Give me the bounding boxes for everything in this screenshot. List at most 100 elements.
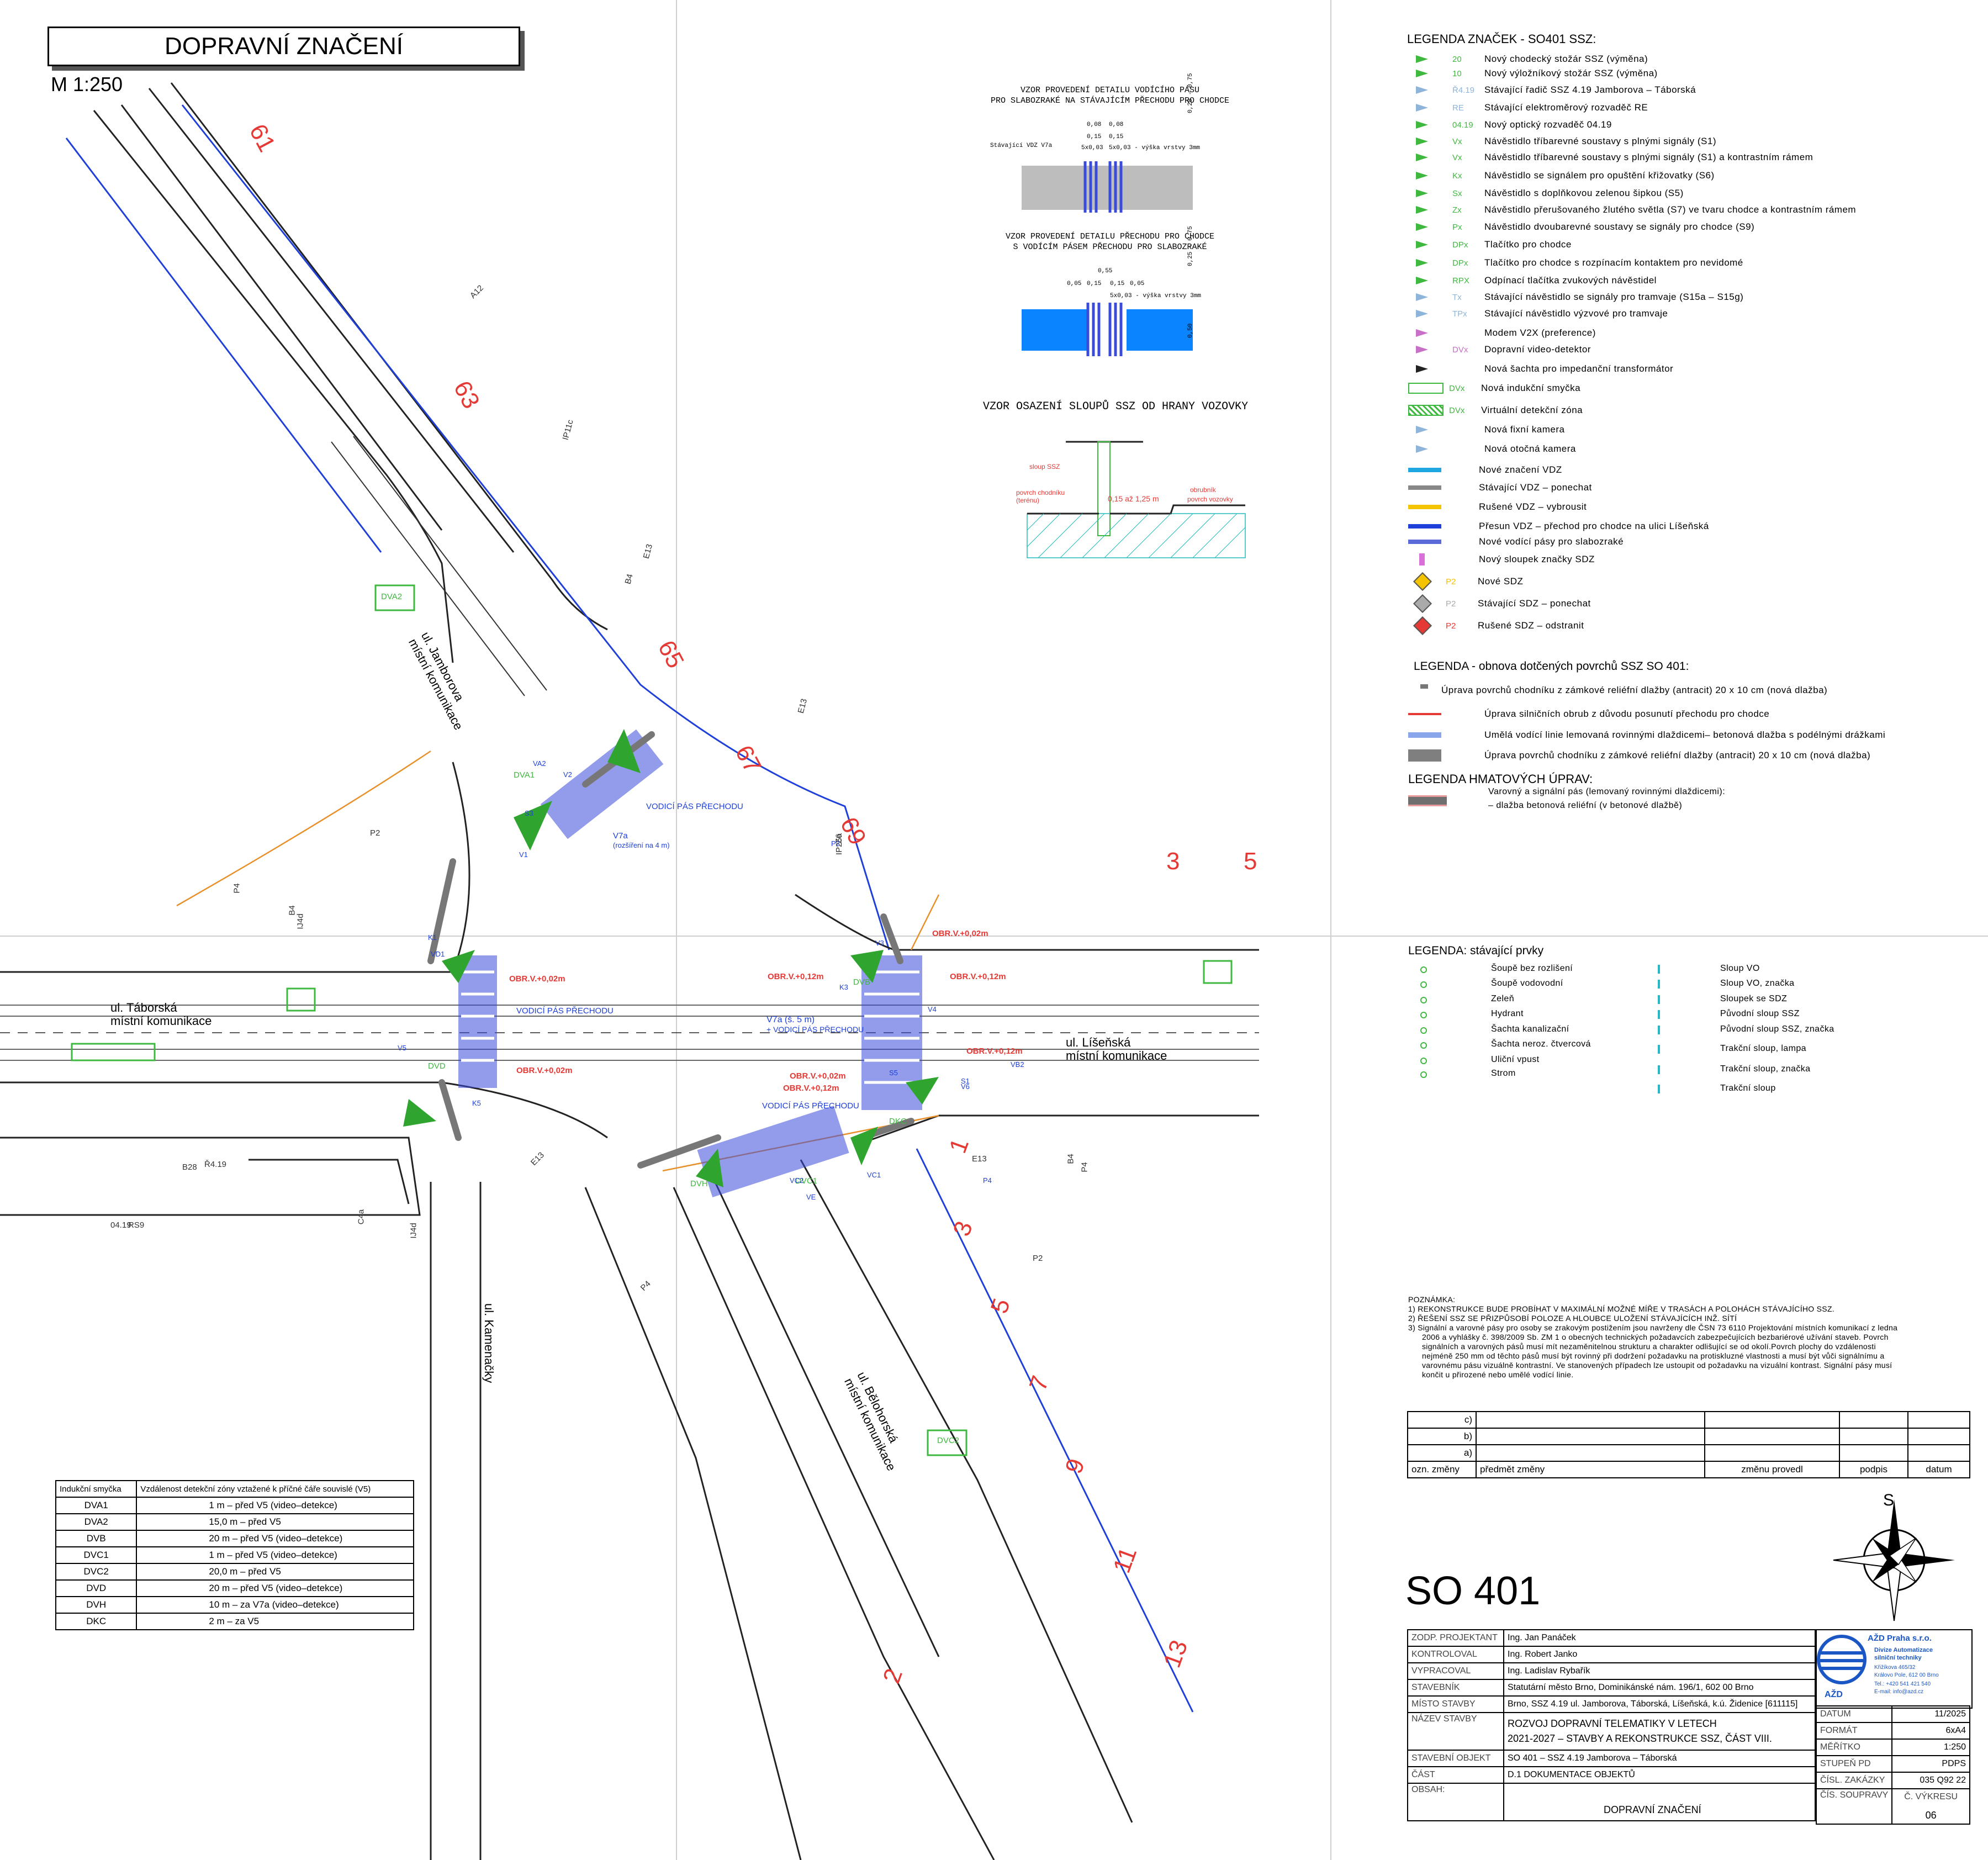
legend-symbol-icon	[1416, 70, 1428, 77]
legend-surface-symbol	[1408, 749, 1441, 762]
legend-code: Vx	[1452, 152, 1462, 162]
legend-code: 04.19	[1452, 120, 1473, 130]
loop-row: DVB 20 m – před V5 (video–detekce)	[55, 1530, 414, 1547]
legend-code: 20	[1452, 54, 1462, 64]
compass-label: S	[1883, 1491, 1895, 1509]
loop-id: DKC	[55, 1613, 138, 1630]
legend-text: Rušené SDZ – odstranit	[1478, 620, 1584, 631]
loop-distance: 1 m – před V5 (video–detekce)	[136, 1497, 414, 1514]
legend-text: Nový sloupek značky SDZ	[1479, 554, 1595, 564]
signal-label: S5	[889, 1069, 898, 1077]
loop-distance: 1 m – před V5 (video–detekce)	[136, 1546, 414, 1564]
loop-distance: 10 m – za V7a (video–detekce)	[136, 1596, 414, 1614]
legend-surface-item: Umělá vodící linie lemovaná rovinnými dl…	[1408, 728, 1885, 742]
traffic-sign-label: P4	[232, 883, 242, 894]
legend-ssz-item: Přesun VDZ – přechod pro chodce na ulici…	[1408, 519, 1709, 533]
loop-distance: 2 m – za V5	[136, 1613, 414, 1630]
loop-row: DVA1 1 m – před V5 (video–detekce)	[55, 1497, 414, 1514]
legend-symbol-icon	[1408, 383, 1444, 394]
traffic-sign-label: IJ4d	[295, 913, 305, 929]
legend-existing-item: Šoupě bez rozlišení	[1491, 964, 1573, 973]
detail2-dim3: 0,15	[1087, 281, 1102, 287]
traffic-sign-label: B28	[182, 1162, 197, 1172]
legend-existing-icon	[1658, 980, 1660, 989]
object-code: SO 401	[1405, 1569, 1541, 1613]
legend-symbol-icon	[1416, 365, 1428, 373]
legend-surface-text: Úprava silničních obrub z důvodu posunut…	[1484, 709, 1770, 719]
legend-code: RPX	[1452, 276, 1469, 286]
signal-label: VC2	[790, 1176, 804, 1185]
legend-symbol-icon	[1416, 138, 1428, 145]
legend-symbol-icon	[1416, 206, 1428, 214]
title-block-left: ZODP. PROJEKTANT Ing. Jan Panáček KONTROL…	[1407, 1629, 1816, 1821]
legend-ssz-item: P2 Nové SDZ	[1408, 572, 1524, 591]
legend-existing-item: Hydrant	[1491, 1009, 1524, 1018]
signal-label: P2	[831, 839, 840, 848]
signal-label: VB2	[1011, 1060, 1024, 1069]
label-v7a-2: V7a (š. 5 m) + VODICÍ PÁS PŘECHODU	[766, 1015, 864, 1034]
legend-text: Stávající elektroměrový rozvaděč RE	[1484, 102, 1648, 113]
legend-code: DPx	[1452, 258, 1468, 268]
legend-text: Návěstidlo s doplňkovou zelenou šipkou (…	[1484, 188, 1684, 198]
legend-ssz-item: Nové vodící pásy pro slabozraké	[1408, 535, 1624, 549]
legend-existing-item: Zeleň	[1491, 994, 1515, 1003]
legend-existing-item: Šachta neroz. čtvercová	[1491, 1039, 1591, 1049]
drawing-scale: M 1:250	[51, 73, 123, 96]
detail1-dim1: 0,08	[1087, 121, 1102, 128]
loop-id: DVH	[55, 1596, 138, 1614]
legend-symbol-icon	[1408, 505, 1441, 509]
detector-label: DVB	[853, 977, 870, 987]
legend-ssz-item: Nová fixní kamera	[1408, 422, 1565, 437]
legend-text: Návěstidlo tříbarevné soustavy s plnými …	[1484, 152, 1813, 162]
legend-text: Návěstidlo dvoubarevné soustavy se signá…	[1484, 221, 1755, 232]
legend-ssz-item: Sx Návěstidlo s doplňkovou zelenou šipkou…	[1408, 186, 1684, 200]
legend-symbol-icon	[1416, 293, 1428, 301]
legend-text: Nový výložníkový stožár SSZ (výměna)	[1484, 68, 1658, 78]
legend-code: 10	[1452, 68, 1462, 78]
legend-ssz-item: Px Návěstidlo dvoubarevné soustavy se sig…	[1408, 220, 1754, 234]
signal-label: VA2	[533, 759, 546, 768]
legend-existing-item: Trakční sloup, značka	[1720, 1064, 1811, 1074]
loop-row: DVH 10 m – za V7a (video–detekce)	[55, 1596, 414, 1614]
legend-symbol-icon	[1408, 485, 1441, 490]
legend-text: Nová fixní kamera	[1484, 424, 1565, 435]
legend-ssz-title: LEGENDA ZNAČEK - SO401 SSZ:	[1407, 32, 1596, 46]
legend-surface-text: Umělá vodící linie lemovaná rovinnými dl…	[1484, 730, 1886, 740]
detail1-label: Stávající VDZ V7a	[990, 142, 1053, 149]
traffic-sign-label: IJ4d	[409, 1223, 419, 1239]
legend-text: Nové SDZ	[1478, 576, 1524, 586]
legend-text: Stávající VDZ – ponechat	[1479, 482, 1592, 493]
legend-text: Nové značení VDZ	[1479, 464, 1562, 475]
legend-existing-icon	[1420, 997, 1427, 1003]
legend-text: Nový optický rozvaděč 04.19	[1484, 119, 1612, 130]
detail1-dim3: 5x0,03	[1081, 145, 1103, 151]
changes-table: c) b) a) ozn. změny předmět změny změnu …	[1407, 1411, 1970, 1478]
legend-symbol-icon	[1413, 594, 1432, 613]
detail2-dim4: 5x0,03 - výška vrstvy 3mm	[1110, 293, 1202, 299]
legend-surface-item: Úprava silničních obrub z důvodu posunut…	[1408, 707, 1769, 721]
legend-ssz-item: Vx Návěstidlo tříbarevné soustavy s plným…	[1408, 150, 1813, 165]
detector-label: DVC2	[937, 1436, 960, 1445]
legend-ssz-item: Stávající VDZ – ponechat	[1408, 480, 1592, 495]
legend-symbol-icon	[1416, 121, 1428, 129]
legend-existing-item: Trakční sloup	[1720, 1084, 1776, 1093]
legend-text: Stávající návěstidlo výzvové pro tramvaj…	[1484, 308, 1668, 319]
legend-text: Nové vodící pásy pro slabozraké	[1479, 536, 1624, 547]
legend-existing-icon	[1420, 1012, 1427, 1018]
legend-existing-item: Sloup VO	[1720, 964, 1760, 973]
legend-code: RE	[1452, 103, 1464, 113]
detail2-dim2: 0,05	[1067, 281, 1082, 287]
legend-existing-icon	[1420, 981, 1427, 988]
traffic-sign-label: P4	[1080, 1162, 1090, 1172]
legend-ssz-item: 20 Nový chodecký stožár SSZ (výměna)	[1408, 52, 1648, 66]
legend-ssz-item: DVx Dopravní video-detektor	[1408, 342, 1591, 357]
loop-row: DVA2 15,0 m – před V5	[55, 1513, 414, 1531]
legend-tactile-line2: – dlažba betonová reliéfní (v betonové d…	[1488, 801, 1683, 810]
legend-text: Tlačítko pro chodce s rozpínacím kontakt…	[1484, 257, 1743, 268]
legend-ssz-item: P2 Stávající SDZ – ponechat	[1408, 594, 1591, 613]
legend-symbol-icon	[1416, 445, 1428, 453]
legend-ssz-item: Kx Návěstidlo se signálem pro opuštění kř…	[1408, 168, 1715, 183]
legend-code: Kx	[1452, 171, 1462, 181]
legend-existing-item: Sloup VO, značka	[1720, 979, 1795, 988]
signal-label: VC1	[867, 1171, 881, 1179]
